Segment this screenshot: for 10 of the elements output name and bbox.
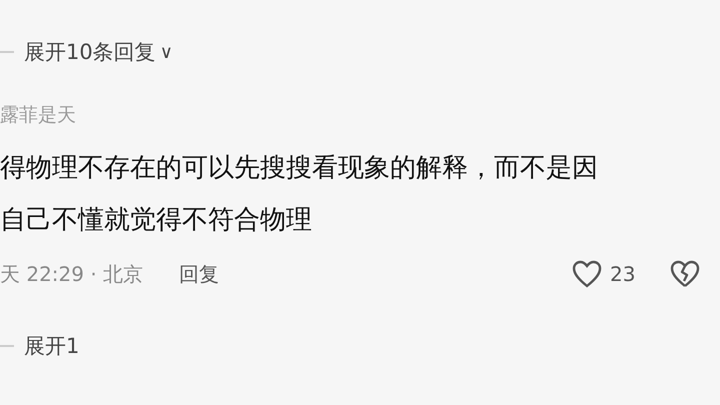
like-count: 23 bbox=[610, 262, 636, 286]
comment-time: 天 22:29 · 北京 bbox=[0, 260, 144, 288]
like-heart-icon[interactable] bbox=[572, 260, 602, 288]
comment-text: 得物理不存在的可以先搜搜看现象的解释，而不是因 自己不懂就觉得不符合物理 bbox=[0, 152, 599, 237]
reply-link[interactable]: 回复 bbox=[179, 260, 220, 288]
broken-heart-icon[interactable] bbox=[670, 260, 700, 288]
caret-icon: ∨ bbox=[160, 42, 173, 62]
comment-author: 露菲是天 bbox=[0, 103, 77, 128]
expand-replies-link[interactable]: 展开1 bbox=[24, 332, 80, 360]
expand-replies-link[interactable]: 展开10条回复 bbox=[24, 38, 156, 66]
